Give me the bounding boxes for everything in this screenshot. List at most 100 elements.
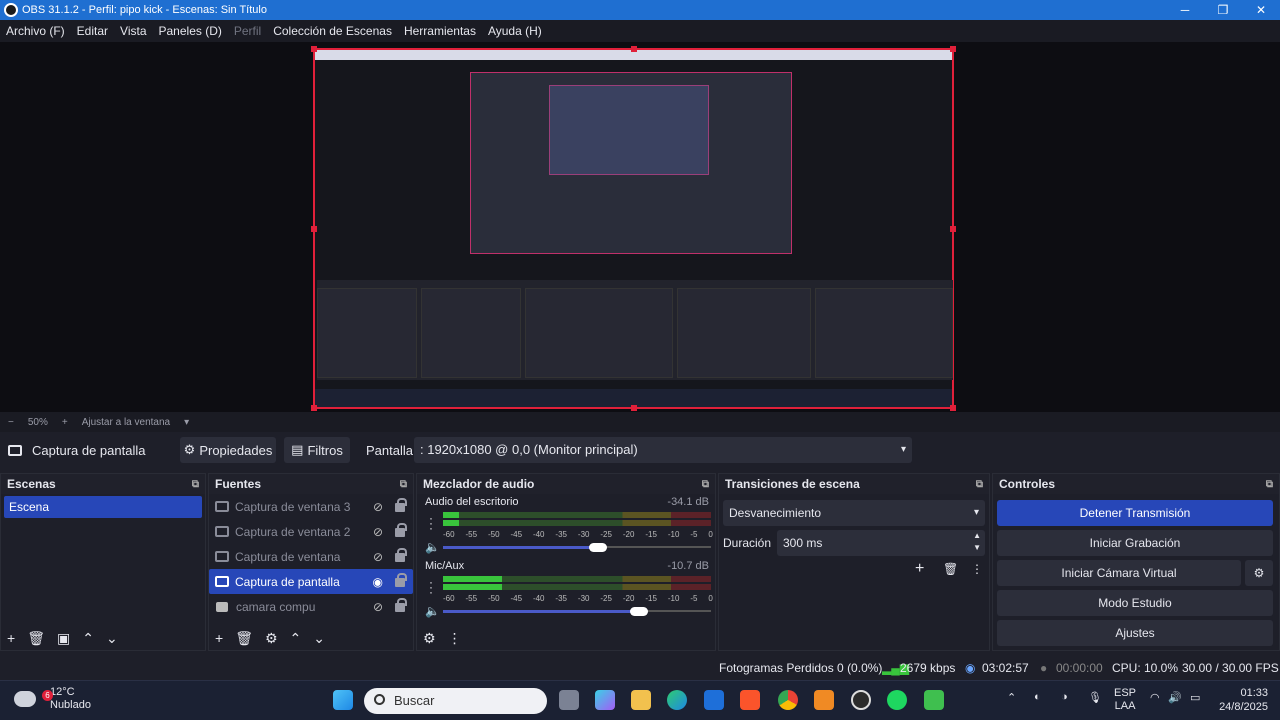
copilot-icon[interactable] [595,690,615,710]
start-virtual-camera-button[interactable]: Iniciar Cámara Virtual [997,560,1241,586]
volume-icon[interactable]: 🔊 [1168,691,1182,704]
transition-select[interactable]: Desvanecimiento ▾ [723,500,985,526]
float-dock-icon[interactable]: ⧉ [702,479,709,490]
source-item-selected[interactable]: Captura de pantalla ◉ [209,569,413,594]
resize-handle[interactable] [311,46,317,52]
source-item[interactable]: Captura de ventana 2 ⊘ [209,519,413,544]
resize-handle[interactable] [631,405,637,411]
lock-icon[interactable] [395,498,407,512]
more-options-icon[interactable]: ⋮ [448,630,462,647]
menu-archivo[interactable]: Archivo (F) [6,24,65,38]
taskbar-search[interactable]: Buscar [364,688,547,714]
tray-app-icon[interactable]: ◑ [1061,691,1068,703]
chevron-up-icon[interactable]: ⌃ [1007,691,1016,704]
close-button[interactable]: ✕ [1242,0,1280,20]
brave-icon[interactable] [740,690,760,710]
filter-icon[interactable]: ▣ [57,630,70,647]
move-up-icon[interactable]: ⌃ [82,630,94,647]
add-icon[interactable]: + [915,560,924,578]
trash-icon[interactable]: 🗑 [943,562,958,576]
clock[interactable]: 01:33 24/8/2025 [1219,686,1268,714]
studio-mode-button[interactable]: Modo Estudio [997,590,1273,616]
resize-handle[interactable] [311,226,317,232]
more-options-icon[interactable]: · · · [429,512,433,534]
spin-arrows-icon[interactable]: ▲ ▼ [973,530,981,554]
add-icon[interactable]: + [215,630,223,646]
spotify-icon[interactable] [887,690,907,710]
language-indicator[interactable]: ESP LAA [1114,687,1136,713]
minecraft-icon[interactable] [924,690,944,710]
menu-vista[interactable]: Vista [120,24,146,38]
resize-handle[interactable] [950,46,956,52]
scene-item[interactable]: Escena [4,496,202,518]
volume-slider-knob[interactable] [630,607,648,616]
zoom-in-button[interactable]: + [62,417,68,428]
fl-studio-icon[interactable] [814,690,834,710]
store-icon[interactable] [704,690,724,710]
edge-icon[interactable] [667,690,687,710]
task-view-icon[interactable] [559,690,579,710]
battery-icon[interactable]: ▭ [1190,691,1200,704]
wifi-icon[interactable]: ◠ [1150,691,1160,704]
obs-icon[interactable] [851,690,871,710]
zoom-out-button[interactable]: − [8,417,14,428]
eye-hidden-icon[interactable]: ⊘ [373,550,383,564]
start-recording-button[interactable]: Iniciar Grabación [997,530,1273,556]
add-icon[interactable]: + [7,630,15,646]
volume-slider-track[interactable] [598,546,711,548]
windows-start-icon[interactable] [333,690,353,710]
settings-button[interactable]: Ajustes [997,620,1273,646]
menu-coleccion[interactable]: Colección de Escenas [273,24,392,38]
menu-ayuda[interactable]: Ayuda (H) [488,24,542,38]
microphone-icon[interactable]: 🎙 [1088,691,1102,704]
screen-capture-preview[interactable] [311,46,956,411]
more-options-icon[interactable]: · · · [429,576,433,598]
move-down-icon[interactable]: ⌄ [106,630,118,647]
eye-hidden-icon[interactable]: ⊘ [373,600,383,614]
resize-handle[interactable] [950,405,956,411]
lock-icon[interactable] [395,548,407,562]
trash-icon[interactable]: 🗑 [27,630,45,647]
weather-widget[interactable]: 6 12°C Nublado [14,686,91,712]
menu-editar[interactable]: Editar [77,24,108,38]
float-dock-icon[interactable]: ⧉ [192,479,199,490]
maximize-button[interactable]: ❐ [1204,0,1242,20]
menu-herramientas[interactable]: Herramientas [404,24,476,38]
eye-icon[interactable]: ◉ [373,575,383,589]
move-down-icon[interactable]: ⌄ [313,630,325,647]
display-select[interactable]: : 1920x1080 @ 0,0 (Monitor principal) ▾ [414,437,912,463]
eye-hidden-icon[interactable]: ⊘ [373,525,383,539]
float-dock-icon[interactable]: ⧉ [1266,479,1273,490]
more-options-icon[interactable]: ⋮ [971,562,983,576]
volume-slider-knob[interactable] [589,543,607,552]
duration-input[interactable]: 300 ms ▲ ▼ [777,530,985,556]
filters-button[interactable]: ▤ Filtros [284,437,350,463]
source-item[interactable]: Captura de ventana ⊘ [209,544,413,569]
chrome-icon[interactable] [778,690,798,710]
lock-icon[interactable] [395,523,407,537]
move-up-icon[interactable]: ⌃ [290,630,302,647]
stop-stream-button[interactable]: Detener Transmisión [997,500,1273,526]
gear-icon[interactable]: ⚙ [265,630,278,647]
file-explorer-icon[interactable] [631,690,651,710]
lock-icon[interactable] [395,573,407,587]
trash-icon[interactable]: 🗑 [235,630,253,647]
source-item[interactable]: Captura de ventana 3 ⊘ [209,494,413,519]
eye-hidden-icon[interactable]: ⊘ [373,500,383,514]
resize-handle[interactable] [311,405,317,411]
properties-button[interactable]: ⚙ Propiedades [180,437,276,463]
tray-app-icon[interactable]: ◐ [1034,691,1041,703]
advanced-audio-icon[interactable]: ⚙ [423,630,436,647]
float-dock-icon[interactable]: ⧉ [400,479,407,490]
chevron-down-icon[interactable]: ▾ [184,417,189,428]
menu-perfil[interactable]: Perfil [234,24,261,38]
resize-handle[interactable] [631,46,637,52]
volume-slider[interactable] [443,610,639,613]
fit-window-select[interactable]: Ajustar a la ventana [82,417,170,428]
source-item[interactable]: camara compu ⊘ [209,594,413,619]
virtual-camera-settings-button[interactable]: ⚙ [1245,560,1273,586]
minimize-button[interactable]: ─ [1166,0,1204,20]
resize-handle[interactable] [950,226,956,232]
lock-icon[interactable] [395,598,407,612]
float-dock-icon[interactable]: ⧉ [976,479,983,490]
